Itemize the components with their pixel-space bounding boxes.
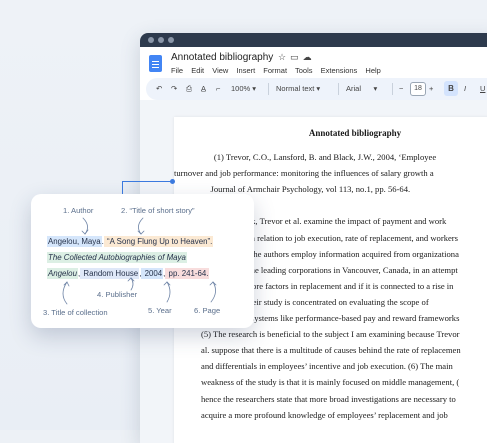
arrow-head	[209, 281, 217, 286]
paint-format-icon[interactable]: ⌐	[216, 84, 220, 93]
bold-button[interactable]: B	[444, 81, 458, 96]
toolbar-divider	[392, 83, 393, 95]
text-line: and differentials in employees’ incentiv…	[201, 361, 453, 372]
text-line: (1) Trevor, C.O., Lansford, B. and Black…	[201, 152, 437, 163]
callout-connector	[122, 181, 172, 182]
underline-button[interactable]: U	[480, 84, 485, 93]
menu-format[interactable]: Format	[263, 66, 287, 75]
arrow-page	[210, 281, 216, 303]
title-icons: ☆▭☁	[278, 52, 316, 63]
undo-icon[interactable]: ↶	[156, 84, 162, 93]
toolbar-divider	[268, 83, 269, 95]
decrease-size-icon[interactable]: −	[399, 84, 403, 93]
format-toolbar: ↶ ↷ ⎙ A̲ ⌐ 100% ▾ Normal text ▾ Arial ▾ …	[146, 78, 487, 100]
text-line: weakness of the study is that it is main…	[201, 377, 460, 388]
arrow-head	[163, 281, 171, 286]
document-title[interactable]: Annotated bibliography	[171, 52, 273, 63]
menu-help[interactable]: Help	[365, 66, 380, 75]
menu-view[interactable]: View	[212, 66, 228, 75]
menu-file[interactable]: File	[171, 66, 183, 75]
increase-size-icon[interactable]: +	[429, 84, 433, 93]
text-line: acquire a more profound knowledge of emp…	[201, 409, 448, 420]
annotation-arrows	[62, 217, 217, 305]
text-line: (5) The research is beneficial to the su…	[201, 329, 460, 340]
text-line: turnover and job performance: monitoring…	[174, 168, 434, 179]
text-line: al. suppose that there is a multitude of…	[201, 345, 461, 356]
italic-button[interactable]: I	[464, 84, 466, 93]
font-value: Arial	[346, 84, 362, 93]
docs-logo-icon[interactable]	[149, 55, 162, 72]
document-heading: Annotated bibliography	[308, 128, 402, 138]
window-dot-icon[interactable]	[148, 37, 154, 43]
zoom-select[interactable]: 100% ▾	[231, 84, 256, 93]
star-icon[interactable]: ☆	[278, 52, 290, 62]
menu-extensions[interactable]: Extensions	[321, 66, 358, 75]
style-select[interactable]: Normal text ▾	[276, 84, 320, 93]
cloud-icon[interactable]: ☁	[303, 52, 316, 62]
zoom-value: 100%	[231, 84, 251, 93]
print-icon[interactable]: ⎙	[186, 84, 192, 94]
menu-bar: File Edit View Insert Format Tools Exten…	[171, 66, 387, 75]
citation-card: 1. Author 2. “Title of short story” Ange…	[31, 194, 254, 328]
callout-anchor-dot	[170, 179, 175, 184]
font-size-input[interactable]: 18	[410, 82, 426, 96]
redo-icon[interactable]: ↷	[171, 84, 177, 93]
menu-insert[interactable]: Insert	[236, 66, 255, 75]
font-select[interactable]: Arial ▾	[346, 84, 377, 93]
arrow-collection	[62, 281, 68, 305]
menu-tools[interactable]: Tools	[295, 66, 313, 75]
window-titlebar	[140, 33, 487, 47]
spellcheck-icon[interactable]: A̲	[201, 84, 206, 93]
arrow-head	[81, 229, 89, 235]
window-dot-icon[interactable]	[168, 37, 174, 43]
text-line: hence the researchers state that more br…	[201, 393, 456, 404]
folder-icon[interactable]: ▭	[290, 52, 303, 62]
menu-edit[interactable]: Edit	[191, 66, 204, 75]
arrow-head	[137, 230, 145, 235]
arrow-head	[127, 277, 135, 282]
style-value: Normal text	[276, 84, 315, 93]
callout-connector	[122, 181, 123, 195]
toolbar-divider	[338, 83, 339, 95]
window-dot-icon[interactable]	[158, 37, 164, 43]
